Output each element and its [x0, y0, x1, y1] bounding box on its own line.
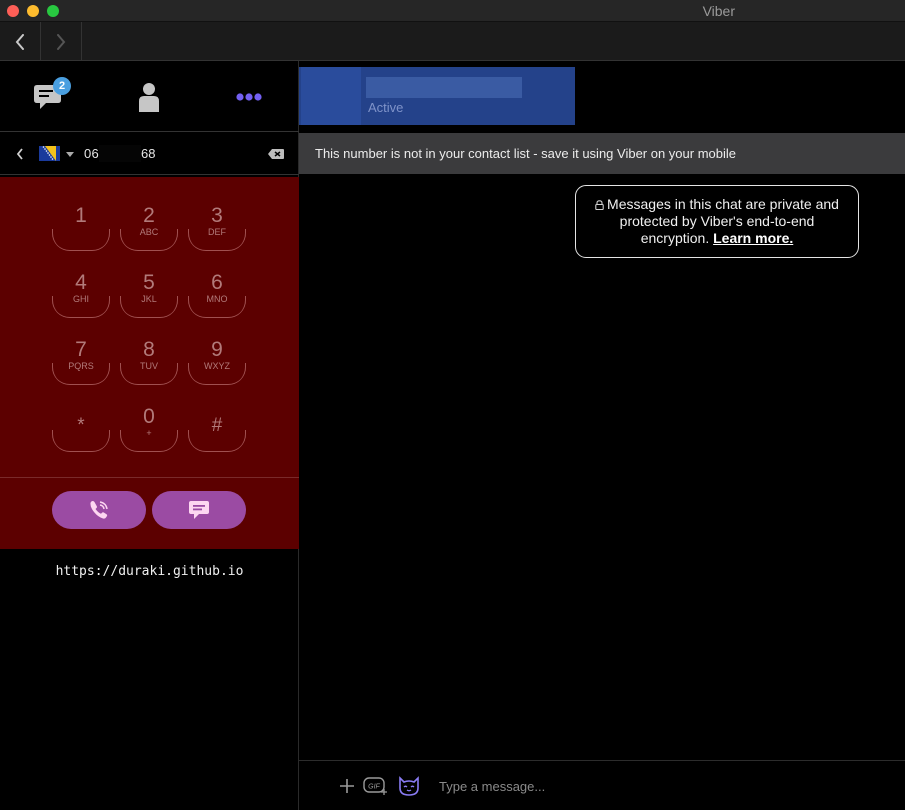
key-star[interactable]: * — [52, 402, 110, 452]
backspace-button[interactable] — [267, 146, 285, 162]
phone-number-start[interactable]: 06 — [84, 146, 99, 161]
navigation-toolbar — [0, 22, 905, 61]
key-5[interactable]: 5 JKL — [120, 268, 178, 318]
country-dropdown-caret[interactable] — [66, 146, 76, 162]
gif-icon: GIF — [363, 777, 387, 795]
key-9[interactable]: 9 WXYZ — [188, 335, 246, 385]
window-title: Viber — [702, 3, 735, 19]
key-2[interactable]: 2 ABC — [120, 201, 178, 251]
dial-number-row: 06 68 — [0, 133, 299, 175]
keypad-divider — [0, 477, 299, 478]
chevron-left-icon — [16, 148, 23, 160]
forward-button[interactable] — [41, 22, 82, 61]
call-button[interactable] — [52, 491, 146, 529]
contact-avatar[interactable] — [301, 67, 361, 125]
key-4[interactable]: 4 GHI — [52, 268, 110, 318]
key-3[interactable]: 3 DEF — [188, 201, 246, 251]
encryption-notice: Messages in this chat are private and pr… — [575, 185, 859, 258]
key-8[interactable]: 8 TUV — [120, 335, 178, 385]
tab-chats[interactable]: 2 — [29, 77, 71, 115]
cat-sticker-icon — [399, 776, 419, 796]
dial-keypad: 1 2 ABC 3 DEF 4 GHI 5 JKL 6 MNO 7 PQRS 8 — [0, 177, 299, 549]
key-6[interactable]: 6 MNO — [188, 268, 246, 318]
key-1[interactable]: 1 — [52, 201, 110, 251]
notice-text: This number is not in your contact list … — [315, 146, 737, 161]
chevron-right-icon — [57, 33, 66, 50]
left-panel: 2 06 68 1 2 ABC 3 DEF 4 GHI 5 JKL 6 MNO … — [0, 61, 299, 810]
sticker-button[interactable] — [397, 774, 421, 798]
back-button[interactable] — [0, 22, 41, 61]
website-link[interactable]: https://duraki.github.io — [0, 564, 299, 579]
person-icon — [139, 83, 159, 112]
backspace-icon — [268, 149, 284, 159]
redacted-contact-name — [366, 77, 522, 98]
chat-panel: Active This number is not in your contac… — [299, 61, 905, 810]
message-input[interactable] — [439, 776, 879, 796]
lock-icon — [595, 200, 604, 210]
dialer-back-button[interactable] — [10, 144, 30, 164]
message-composer: GIF — [299, 760, 905, 810]
plus-icon — [340, 779, 354, 793]
not-in-contacts-notice: This number is not in your contact list … — [299, 133, 905, 174]
phone-number-end[interactable]: 68 — [141, 146, 155, 161]
redacted-digits — [99, 145, 141, 162]
svg-text:GIF: GIF — [368, 784, 380, 791]
tab-more[interactable] — [229, 79, 269, 115]
contact-status: Active — [368, 100, 404, 115]
key-hash[interactable]: # — [188, 402, 246, 452]
message-icon — [189, 501, 209, 519]
key-7[interactable]: 7 PQRS — [52, 335, 110, 385]
contact-header[interactable]: Active — [299, 67, 575, 125]
window-titlebar: Viber — [0, 0, 905, 22]
more-dots-icon — [236, 93, 262, 101]
unread-badge: 2 — [53, 77, 71, 95]
viber-call-icon — [90, 501, 108, 519]
tab-contacts[interactable] — [129, 79, 169, 115]
gif-button[interactable]: GIF — [363, 774, 389, 798]
learn-more-link[interactable]: Learn more. — [713, 230, 793, 246]
flag-bosnia-icon[interactable] — [39, 146, 60, 161]
attach-button[interactable] — [336, 774, 358, 798]
sidebar-tabs: 2 — [0, 61, 299, 132]
key-0[interactable]: 0 + — [120, 402, 178, 452]
caret-down-icon — [66, 151, 74, 157]
chevron-left-icon — [15, 33, 24, 50]
message-button[interactable] — [152, 491, 246, 529]
